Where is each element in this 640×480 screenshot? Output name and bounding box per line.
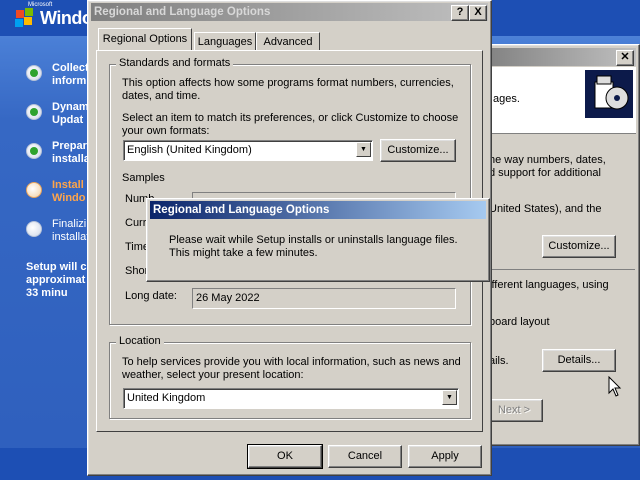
background-text: United States), and the: [489, 203, 602, 215]
background-dialog-titlebar: [482, 48, 636, 66]
please-wait-dialog: Regional and Language Options Please wai…: [146, 198, 490, 282]
step-current-icon: [26, 182, 42, 198]
wait-dialog-title: Regional and Language Options: [153, 204, 330, 216]
customize-button-background[interactable]: Customize...: [542, 235, 616, 258]
logo-windows-text: Windo: [40, 8, 93, 28]
globe-cd-icon: [585, 70, 633, 118]
group-title: Location: [116, 335, 164, 347]
sample-label-long-date: Long date:: [125, 290, 177, 302]
background-text: he way numbers, dates, d support for add…: [489, 154, 606, 179]
step-done-icon: [26, 143, 42, 159]
mouse-cursor-icon: [608, 375, 622, 398]
ok-button[interactable]: OK: [247, 444, 323, 469]
wait-message: Please wait while Setup installs or unin…: [169, 234, 458, 259]
location-select[interactable]: United Kingdom ▼: [123, 388, 459, 409]
setup-time-estimate: Setup will c approximat 33 minu: [26, 261, 87, 299]
help-icon[interactable]: ?: [451, 5, 469, 21]
format-select[interactable]: English (United Kingdom) ▼: [123, 140, 373, 161]
background-text: board layout: [489, 316, 550, 328]
long-date-field: 26 May 2022: [192, 288, 456, 309]
details-button[interactable]: Details...: [542, 349, 616, 372]
long-date-value: 26 May 2022: [196, 292, 260, 304]
samples-label: Samples: [122, 172, 165, 184]
step-pending-icon: [26, 221, 42, 237]
close-icon[interactable]: ✕: [616, 50, 634, 66]
customize-button[interactable]: Customize...: [380, 139, 456, 162]
dropdown-arrow-icon[interactable]: ▼: [356, 142, 371, 157]
divider: [480, 133, 636, 134]
dialog-titlebar: Regional and Language Options: [91, 3, 488, 21]
background-text: ages.: [493, 93, 520, 105]
dialog-title: Regional and Language Options: [94, 6, 271, 18]
background-text: ifferent languages, using: [489, 279, 609, 291]
step-done-icon: [26, 65, 42, 81]
tab-regional-options[interactable]: Regional Options: [98, 28, 192, 50]
cancel-button[interactable]: Cancel: [328, 445, 402, 468]
next-button[interactable]: Next >: [485, 399, 543, 422]
dropdown-arrow-icon[interactable]: ▼: [442, 390, 457, 405]
sample-label-short-date: Shor: [125, 265, 149, 277]
format-select-value: English (United Kingdom): [127, 144, 252, 156]
tab-languages[interactable]: Languages: [194, 32, 256, 51]
tab-advanced[interactable]: Advanced: [256, 32, 320, 51]
divider: [489, 269, 635, 270]
standards-description: This option affects how some programs fo…: [122, 77, 454, 102]
group-title: Standards and formats: [116, 57, 234, 69]
location-select-value: United Kingdom: [127, 392, 206, 404]
select-description: Select an item to match its preferences,…: [122, 112, 459, 137]
apply-button[interactable]: Apply: [408, 445, 482, 468]
wait-dialog-titlebar: Regional and Language Options: [150, 201, 486, 219]
close-icon[interactable]: X: [469, 5, 487, 21]
location-description: To help services provide you with local …: [122, 356, 461, 381]
step-done-icon: [26, 104, 42, 120]
